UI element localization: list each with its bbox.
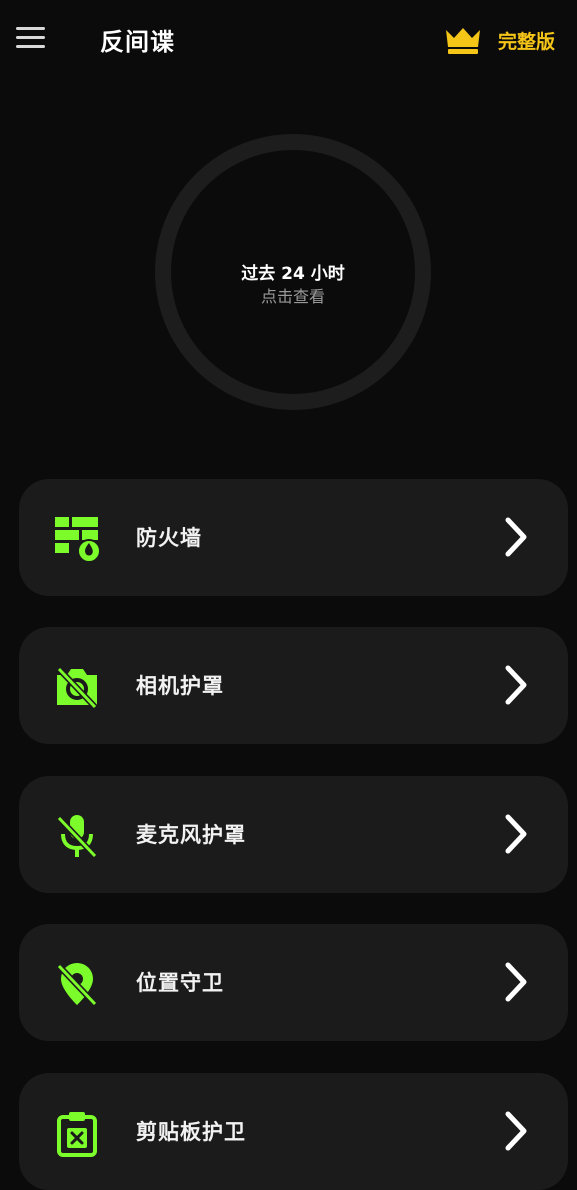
crown-icon — [445, 28, 480, 54]
feature-card-firewall[interactable]: 防火墙 — [19, 479, 568, 596]
chevron-right-icon — [505, 517, 527, 557]
app-title: 反间谍 — [100, 28, 175, 56]
camera-off-icon — [56, 666, 98, 710]
feature-card-clipboard[interactable]: 剪贴板护卫 — [19, 1073, 568, 1190]
feature-label-clipboard: 剪贴板护卫 — [136, 1120, 246, 1144]
feature-label-location: 位置守卫 — [136, 971, 224, 995]
feature-card-microphone[interactable]: 麦克风护罩 — [19, 776, 568, 893]
feature-label-firewall: 防火墙 — [136, 526, 202, 550]
chevron-right-icon — [505, 814, 527, 854]
feature-card-location[interactable]: 位置守卫 — [19, 924, 568, 1041]
activity-summary-ring[interactable]: 过去 24 小时 点击查看 — [155, 134, 431, 410]
chevron-right-icon — [505, 1111, 527, 1151]
clipboard-block-icon — [57, 1112, 97, 1157]
upgrade-label: 完整版 — [497, 30, 555, 53]
top-bar: 反间谍 完整版 — [0, 0, 577, 80]
mic-off-icon — [56, 815, 98, 859]
feature-card-camera[interactable]: 相机护罩 — [19, 627, 568, 744]
upgrade-button[interactable]: 完整版 — [444, 22, 555, 58]
feature-label-microphone: 麦克风护罩 — [136, 823, 246, 847]
summary-title: 过去 24 小时 — [241, 264, 345, 284]
feature-label-camera: 相机护罩 — [136, 674, 224, 698]
summary-subtitle: 点击查看 — [260, 287, 325, 306]
chevron-right-icon — [505, 962, 527, 1002]
location-off-icon — [56, 963, 98, 1007]
firewall-icon — [55, 517, 101, 563]
menu-icon[interactable] — [14, 24, 48, 52]
chevron-right-icon — [505, 665, 527, 705]
